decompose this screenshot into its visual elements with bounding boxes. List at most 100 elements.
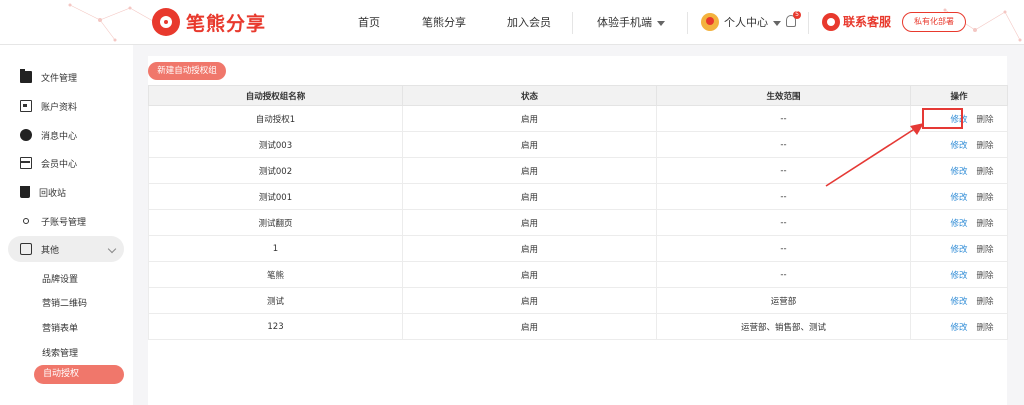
sidebar-item-label: 文件管理 [41, 73, 78, 84]
notification-badge: 5 [793, 11, 801, 19]
new-auto-auth-group-button[interactable]: 新建自动授权组 [148, 62, 226, 80]
grid-icon [20, 243, 32, 255]
sidebar-item-messages[interactable]: 消息中心 [0, 121, 133, 149]
sidebar-sub-leads[interactable]: 线索管理 [42, 346, 78, 359]
cell-actions: 修改 删除 [910, 313, 1008, 340]
table-row: 笔熊 启用 -- 修改 删除 [148, 261, 1008, 288]
column-header-actions: 操作 [910, 85, 1008, 106]
id-card-icon [20, 100, 32, 112]
nav-join-member[interactable]: 加入会员 [507, 0, 551, 45]
cell-name: 测试 [148, 287, 403, 314]
sidebar-sub-marketing-qr[interactable]: 营销二维码 [42, 296, 87, 309]
cell-status: 启用 [402, 235, 657, 262]
sidebar-sub-marketing-form[interactable]: 营销表单 [42, 321, 78, 334]
delete-link[interactable]: 删除 [977, 219, 994, 229]
sidebar-item-label: 其他 [41, 245, 60, 256]
cell-actions: 修改 删除 [910, 209, 1008, 236]
delete-link[interactable]: 删除 [977, 141, 994, 151]
edit-link[interactable]: 修改 [950, 245, 967, 255]
nav-mobile[interactable]: 体验手机端 [597, 0, 665, 45]
nav-mobile-label: 体验手机端 [597, 16, 652, 29]
cell-scope: -- [656, 235, 911, 262]
sidebar-item-label: 子账号管理 [41, 217, 87, 228]
cell-name: 1 [148, 235, 403, 262]
cell-status: 启用 [402, 313, 657, 340]
cell-name: 自动授权1 [148, 105, 403, 132]
cell-status: 启用 [402, 131, 657, 158]
edit-link[interactable]: 修改 [950, 323, 967, 333]
trash-icon [20, 186, 30, 198]
cell-status: 启用 [402, 209, 657, 236]
chevron-down-icon [657, 20, 665, 26]
sidebar-item-sub-accounts[interactable]: 子账号管理 [0, 207, 133, 235]
cell-status: 启用 [402, 183, 657, 210]
cell-actions: 修改 删除 [910, 287, 1008, 314]
delete-link[interactable]: 删除 [977, 167, 994, 177]
folder-icon [20, 69, 32, 83]
nav-divider [687, 12, 688, 34]
cell-name: 测试002 [148, 157, 403, 184]
cell-name: 测试翻页 [148, 209, 403, 236]
column-header-name: 自动授权组名称 [148, 85, 403, 106]
cell-name: 测试003 [148, 131, 403, 158]
table-row: 1 启用 -- 修改 删除 [148, 235, 1008, 262]
edit-link[interactable]: 修改 [950, 219, 967, 229]
nav-divider [808, 12, 809, 34]
top-header: 笔熊分享 首页 笔熊分享 加入会员 体验手机端 个人中心 5 联系客服 私有化部… [0, 0, 1024, 45]
sidebar-item-files[interactable]: 文件管理 [0, 63, 133, 91]
sidebar-sub-brand-settings[interactable]: 品牌设置 [42, 272, 78, 285]
column-header-scope: 生效范围 [656, 85, 911, 106]
cell-status: 启用 [402, 261, 657, 288]
nav-share[interactable]: 笔熊分享 [422, 0, 466, 45]
customer-service-link[interactable]: 联系客服 [843, 0, 891, 45]
cell-status: 启用 [402, 105, 657, 132]
cell-scope: 运营部 [656, 287, 911, 314]
sidebar-item-label: 账户资料 [41, 102, 78, 113]
org-chart-icon [23, 218, 29, 224]
user-center-label: 个人中心 [724, 16, 768, 29]
message-icon [20, 129, 32, 141]
edit-link[interactable]: 修改 [950, 141, 967, 151]
edit-link[interactable]: 修改 [950, 297, 967, 307]
delete-link[interactable]: 删除 [977, 323, 994, 333]
sidebar-sub-auto-auth[interactable]: 自动授权 [34, 365, 124, 384]
nav-home[interactable]: 首页 [358, 0, 380, 45]
annotation-arrow-icon [825, 123, 924, 187]
nav-divider [572, 12, 573, 34]
delete-link[interactable]: 删除 [977, 297, 994, 307]
edit-link[interactable]: 修改 [950, 271, 967, 281]
brand-logo[interactable]: 笔熊分享 [152, 8, 266, 36]
brand-name: 笔熊分享 [186, 12, 267, 35]
table-row: 测试 启用 运营部 修改 删除 [148, 287, 1008, 314]
delete-link[interactable]: 删除 [977, 271, 994, 281]
private-deploy-button[interactable]: 私有化部署 [902, 12, 966, 32]
cell-scope: -- [656, 261, 911, 288]
delete-link[interactable]: 删除 [977, 115, 994, 125]
table-row: 123 启用 运营部、销售部、测试 修改 删除 [148, 313, 1008, 340]
sidebar-item-membership[interactable]: 会员中心 [0, 149, 133, 177]
cell-name: 笔熊 [148, 261, 403, 288]
cell-actions: 修改 删除 [910, 235, 1008, 262]
column-header-status: 状态 [402, 85, 657, 106]
delete-link[interactable]: 删除 [977, 245, 994, 255]
cell-scope: -- [656, 209, 911, 236]
sidebar-item-account[interactable]: 账户资料 [0, 92, 133, 120]
cell-status: 启用 [402, 157, 657, 184]
sidebar-item-label: 消息中心 [41, 131, 78, 142]
cell-status: 启用 [402, 287, 657, 314]
bear-logo-icon [152, 8, 180, 36]
customer-service-icon[interactable] [822, 13, 840, 31]
delete-link[interactable]: 删除 [977, 193, 994, 203]
edit-link[interactable]: 修改 [950, 167, 967, 177]
sidebar-item-recycle-bin[interactable]: 回收站 [0, 178, 133, 206]
user-avatar-icon[interactable] [701, 13, 719, 31]
chevron-down-icon [773, 20, 781, 26]
table-header-row: 自动授权组名称 状态 生效范围 操作 [148, 85, 1008, 106]
sidebar-item-label: 回收站 [39, 188, 67, 199]
table-row: 测试翻页 启用 -- 修改 删除 [148, 209, 1008, 236]
edit-link[interactable]: 修改 [950, 193, 967, 203]
card-icon [20, 157, 32, 169]
user-center-menu[interactable]: 个人中心 [724, 0, 781, 45]
sidebar-item-label: 会员中心 [41, 159, 78, 170]
cell-actions: 修改 删除 [910, 261, 1008, 288]
